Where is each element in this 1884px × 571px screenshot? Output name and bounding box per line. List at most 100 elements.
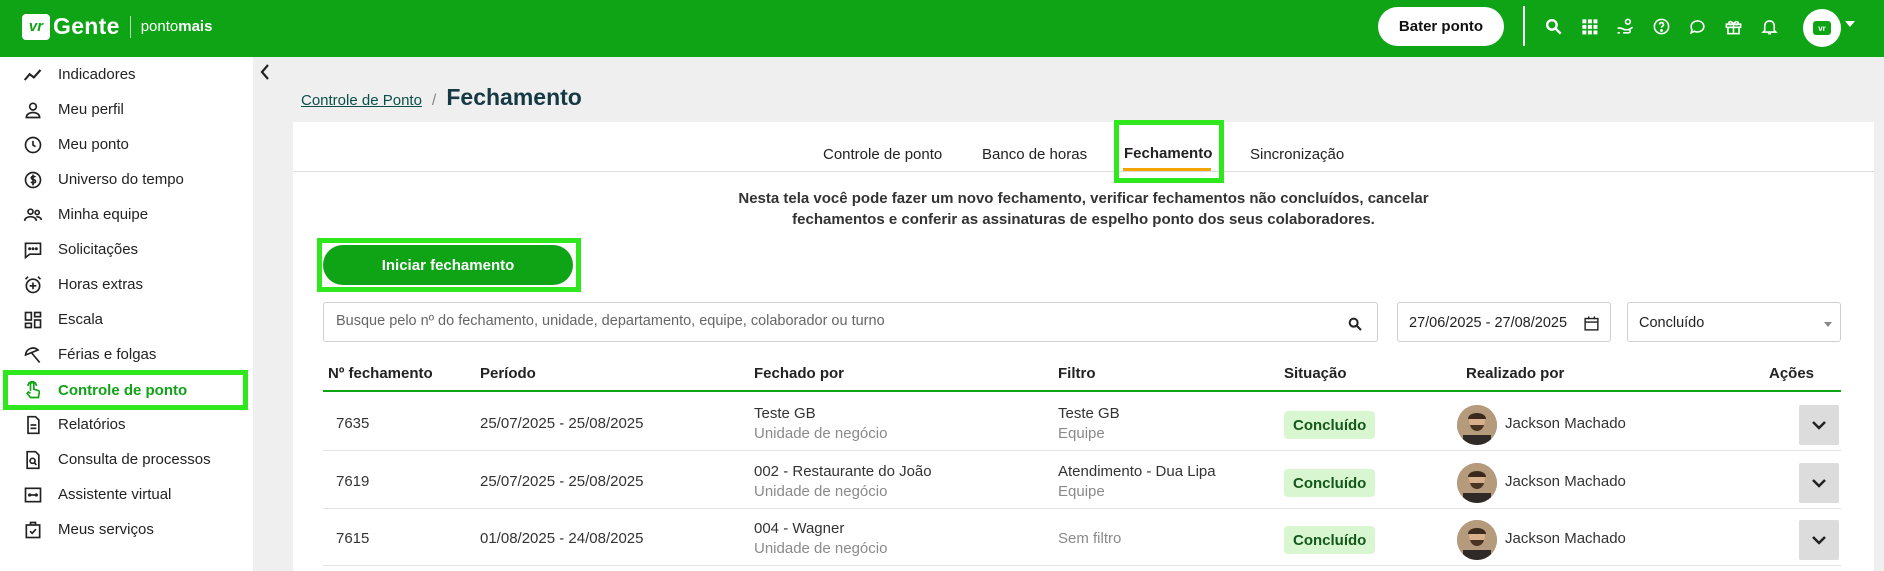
cell-closed-by: 002 - Restaurante do João [754,463,932,480]
brand-sub-b: mais [178,18,213,35]
row-actions-button[interactable] [1799,463,1839,503]
cell-closed-by: Teste GB [754,405,816,422]
table-row: 7635 25/07/2025 - 25/08/2025 Teste GB Un… [323,394,1841,451]
info-text: Nesta tela você pode fazer um novo fecha… [293,188,1874,230]
sidebar-item-label: Meu ponto [58,136,129,153]
row-actions-button[interactable] [1799,520,1839,560]
sidebar-item-relatorios[interactable]: Relatórios [0,407,253,442]
touch-hand-icon [22,379,44,401]
sidebar-item-universo-do-tempo[interactable]: Universo do tempo [0,162,253,197]
calendar-icon[interactable] [1583,315,1600,332]
sidebar-item-label: Escala [58,311,104,328]
help-icon[interactable] [1648,13,1674,39]
top-bar: vr Gente pontomais Bater ponto vr [0,0,1884,57]
tab-controle-de-ponto[interactable]: Controle de ponto [823,146,942,163]
tab-bar: Controle de ponto Banco de horas Fechame… [293,120,1874,183]
chevron-down-icon [1812,536,1826,545]
sidebar-item-label: Férias e folgas [58,346,157,363]
brand-logo[interactable]: vr Gente pontomais [22,13,212,40]
sidebar-item-solicitacoes[interactable]: Solicitações [0,232,253,267]
main-card: Controle de ponto Banco de horas Fechame… [293,120,1874,571]
column-header-fechado-por: Fechado por [754,365,845,382]
column-header-situacao: Situação [1284,365,1347,382]
sidebar-item-label: Universo do tempo [58,171,184,188]
cell-number: 7619 [336,473,370,490]
beach-umbrella-icon [22,344,44,366]
assistant-icon [22,484,44,506]
tab-active-underline [1123,168,1211,171]
cell-filter-type: Equipe [1058,425,1105,442]
apps-grid-icon[interactable] [1576,13,1602,39]
table-row: 7619 25/07/2025 - 25/08/2025 002 - Resta… [323,452,1841,509]
cell-filter-type: Equipe [1058,483,1105,500]
tab-sincronizacao[interactable]: Sincronização [1250,146,1344,163]
message-square-icon [22,239,44,261]
avatar [1457,520,1497,560]
topbar-icons [1540,13,1782,39]
sidebar-item-label: Meus serviços [58,521,154,538]
hand-coins-icon[interactable] [1612,13,1638,39]
sidebar-item-label: Minha equipe [58,206,149,223]
cell-filter: Atendimento - Dua Lipa [1058,463,1216,480]
sidebar-item-meus-servicos[interactable]: Meus serviços [0,512,253,547]
sidebar-item-label: Meu perfil [58,101,124,118]
status-badge: Concluído [1284,469,1376,497]
cell-done-by: Jackson Machado [1505,530,1626,547]
status-select[interactable]: Concluído [1627,302,1841,342]
column-header-acoes: Ações [1769,365,1815,382]
sidebar-item-assistente-virtual[interactable]: Assistente virtual [0,477,253,512]
sidebar-item-horas-extras[interactable]: Horas extras [0,267,253,302]
avatar [1457,463,1497,503]
sidebar-item-label: Consulta de processos [58,451,211,468]
brand-divider [129,15,131,38]
sidebar-item-meu-perfil[interactable]: Meu perfil [0,92,253,127]
cell-closed-by-type: Unidade de negócio [754,540,888,557]
sidebar-item-consulta-de-processos[interactable]: Consulta de processos [0,442,253,477]
sidebar-item-controle-de-ponto[interactable]: Controle de ponto [3,370,248,410]
date-range-picker[interactable]: 27/06/2025 - 27/08/2025 [1397,302,1611,342]
cell-closed-by-type: Unidade de negócio [754,483,888,500]
dashboard-grid-icon [22,309,44,331]
search-icon[interactable] [1540,13,1566,39]
sidebar-item-label: Horas extras [58,276,144,293]
cell-number: 7635 [336,415,370,432]
status-badge: Concluído [1284,411,1376,439]
cell-done-by: Jackson Machado [1505,473,1626,490]
column-header-periodo: Período [480,365,536,382]
cell-closed-by-type: Unidade de negócio [754,425,888,442]
sidebar-item-minha-equipe[interactable]: Minha equipe [0,197,253,232]
briefcase-check-icon [22,519,44,541]
bell-icon[interactable] [1756,13,1782,39]
info-line-1: Nesta tela você pode fazer um novo fecha… [738,190,1429,207]
sidebar-item-indicadores[interactable]: Indicadores [0,57,253,92]
cell-filter-type: Sem filtro [1058,530,1122,547]
gift-icon[interactable] [1720,13,1746,39]
date-range-value: 27/06/2025 - 27/08/2025 [1409,315,1568,331]
tab-banco-de-horas[interactable]: Banco de horas [982,146,1087,163]
tab-fechamento[interactable]: Fechamento [1124,145,1212,162]
row-actions-button[interactable] [1799,405,1839,445]
table-header: Nº fechamento Período Fechado por Filtro… [323,362,1841,392]
page-title: Fechamento [446,84,582,110]
iniciar-fechamento-button[interactable]: Iniciar fechamento [323,245,573,285]
column-header-filtro: Filtro [1058,365,1096,382]
document-search-icon [22,449,44,471]
cell-filter: Teste GB [1058,405,1120,422]
cell-period: 01/08/2025 - 24/08/2025 [480,530,644,547]
bater-ponto-button[interactable]: Bater ponto [1378,7,1504,46]
sidebar-item-escala[interactable]: Escala [0,302,253,337]
sidebar-item-ferias-e-folgas[interactable]: Férias e folgas [0,337,253,372]
breadcrumb-link-controle-de-ponto[interactable]: Controle de Ponto [301,92,422,109]
team-icon [22,204,44,226]
user-avatar-button[interactable]: vr [1803,9,1841,47]
search-input[interactable] [336,313,1336,329]
chat-icon[interactable] [1684,13,1710,39]
avatar [1457,405,1497,445]
collapse-sidebar-icon[interactable] [256,62,274,82]
chevron-down-icon[interactable] [1845,21,1855,27]
clock-icon [22,134,44,156]
sidebar-item-meu-ponto[interactable]: Meu ponto [0,127,253,162]
search-icon[interactable] [1347,316,1363,332]
document-icon [22,414,44,436]
cell-period: 25/07/2025 - 25/08/2025 [480,473,644,490]
